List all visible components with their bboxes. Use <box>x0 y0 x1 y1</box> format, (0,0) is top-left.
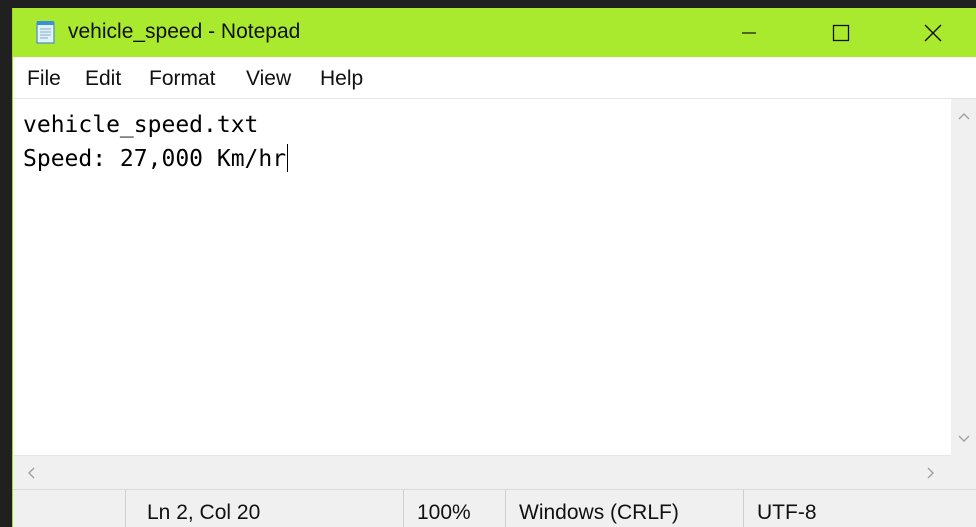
minimize-icon <box>742 31 756 34</box>
editor-line-2: Speed: 27,000 Km/hr <box>23 144 289 172</box>
title-bar[interactable]: vehicle_speed - Notepad <box>13 8 976 57</box>
scroll-up-button[interactable] <box>951 105 976 127</box>
menu-help[interactable]: Help <box>320 57 363 99</box>
status-cursor-position: Ln 2, Col 20 <box>147 501 261 524</box>
scrollbar-corner <box>951 455 976 489</box>
chevron-up-icon <box>958 113 970 120</box>
maximize-icon <box>832 24 850 41</box>
chevron-left-icon <box>28 467 35 479</box>
notepad-window: vehicle_speed - Notepad File Edit Format… <box>12 8 976 527</box>
editor-line-1: vehicle_speed.txt <box>23 112 259 138</box>
minimize-button[interactable] <box>703 8 795 57</box>
maximize-button[interactable] <box>795 8 887 57</box>
horizontal-scrollbar[interactable] <box>13 455 951 489</box>
status-encoding: UTF-8 <box>757 501 817 524</box>
notepad-icon <box>36 21 55 44</box>
menu-format[interactable]: Format <box>149 57 216 99</box>
status-separator <box>403 490 404 527</box>
status-bar: Ln 2, Col 20 100% Windows (CRLF) UTF-8 <box>13 489 976 527</box>
status-line-ending: Windows (CRLF) <box>519 501 679 524</box>
menu-file[interactable]: File <box>27 57 61 99</box>
close-button[interactable] <box>887 8 976 57</box>
text-editor[interactable]: vehicle_speed.txt Speed: 27,000 Km/hr <box>13 99 951 455</box>
menu-edit[interactable]: Edit <box>85 57 121 99</box>
status-zoom: 100% <box>417 501 471 524</box>
status-separator <box>505 490 506 527</box>
menu-bar: File Edit Format View Help <box>13 57 976 99</box>
chevron-right-icon <box>927 467 934 479</box>
status-separator <box>743 490 744 527</box>
close-icon <box>924 24 942 41</box>
text-caret <box>287 144 289 172</box>
chevron-down-icon <box>958 435 970 442</box>
vertical-scrollbar[interactable] <box>951 99 976 455</box>
menu-view[interactable]: View <box>246 57 291 99</box>
status-separator <box>125 490 126 527</box>
scroll-left-button[interactable] <box>19 462 43 484</box>
window-title: vehicle_speed - Notepad <box>68 20 301 43</box>
scroll-down-button[interactable] <box>951 428 976 450</box>
scroll-right-button[interactable] <box>919 462 943 484</box>
